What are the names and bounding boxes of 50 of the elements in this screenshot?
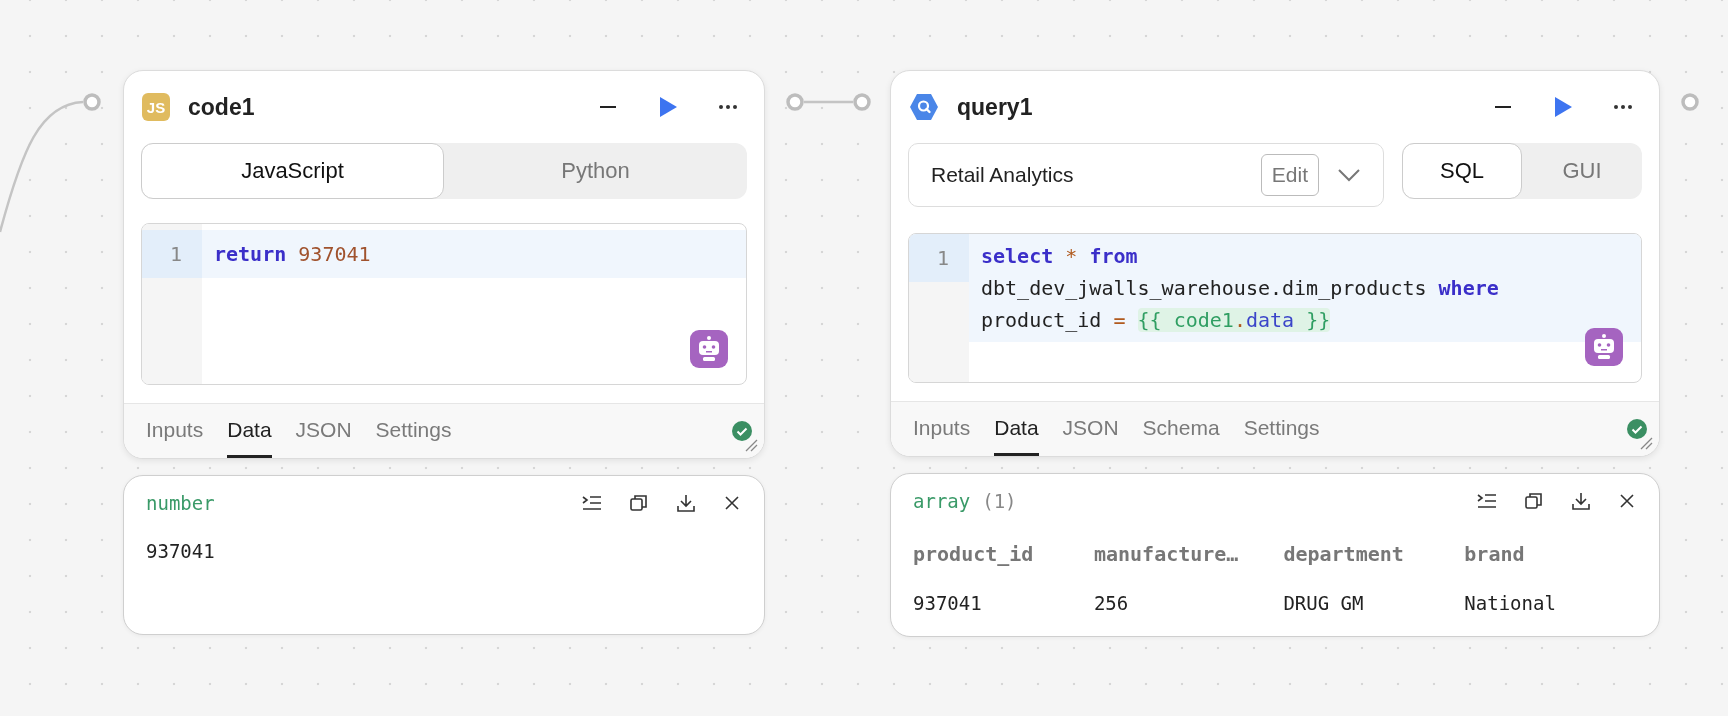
connection-line	[804, 100, 853, 104]
column-header: brand	[1464, 542, 1526, 568]
panel-tab[interactable]: JSON	[1062, 402, 1119, 456]
close-icon[interactable]	[1619, 493, 1635, 509]
line-number: 1	[909, 234, 969, 282]
resource-name: Retail Analytics	[931, 163, 1075, 187]
code-editor[interactable]: 1 return 937041	[141, 223, 747, 385]
output-type: number	[146, 492, 215, 514]
panel-tab[interactable]: JSON	[295, 404, 352, 458]
js-badge-icon: JS	[142, 93, 170, 121]
download-icon[interactable]	[1571, 492, 1591, 510]
code-editor[interactable]: 1 select * from dbt_dev_jwalls_warehouse.dim_products where product_id = {{ code1.data }}	[908, 233, 1642, 383]
table-cell-text: DRUG GM	[1283, 591, 1365, 614]
output-value: 937041	[146, 540, 216, 562]
panel-tab[interactable]: Inputs	[913, 402, 971, 456]
robot-icon[interactable]	[1585, 328, 1623, 366]
table-cell-text: National	[1464, 591, 1557, 614]
panel-tab[interactable]: Schema	[1142, 402, 1220, 456]
table-cell-text: 937041	[913, 591, 983, 614]
close-icon[interactable]	[724, 495, 740, 511]
resource-select[interactable]: Retail Analytics Edit	[908, 143, 1384, 207]
output-count: (1)	[982, 490, 1017, 512]
panel-tab[interactable]: Settings	[375, 404, 452, 458]
panel-tab[interactable]: Inputs	[146, 404, 204, 458]
node-title: query1	[957, 93, 1033, 121]
search-icon	[909, 92, 939, 122]
wrap-lines-icon[interactable]	[1477, 493, 1497, 509]
wrap-lines-icon[interactable]	[582, 495, 602, 511]
resize-handle-icon[interactable]	[1639, 436, 1653, 450]
table-cell-text: 256	[1093, 591, 1130, 614]
mode-option[interactable]: GUI	[1522, 143, 1642, 199]
panel-tab[interactable]: Data	[227, 404, 272, 458]
output-type: array	[913, 490, 971, 512]
language-option[interactable]: Python	[444, 143, 747, 199]
copy-icon[interactable]	[630, 494, 648, 512]
panel-tab[interactable]: Settings	[1243, 402, 1320, 456]
edit-button[interactable]: Edit	[1260, 154, 1319, 196]
node-title: code1	[188, 93, 255, 121]
mode-option[interactable]: SQL	[1402, 143, 1522, 199]
language-option[interactable]: JavaScript	[141, 143, 444, 199]
resize-handle-icon[interactable]	[744, 438, 758, 452]
line-number: 1	[142, 230, 202, 278]
column-header: manufacture…	[1093, 542, 1240, 568]
column-header: department	[1283, 542, 1405, 568]
column-header: product_id	[913, 542, 1094, 586]
copy-icon[interactable]	[1525, 492, 1543, 510]
robot-icon[interactable]	[690, 330, 728, 368]
panel-tab[interactable]: Data	[994, 402, 1039, 456]
download-icon[interactable]	[676, 494, 696, 512]
chevron-down-icon	[1337, 168, 1361, 182]
